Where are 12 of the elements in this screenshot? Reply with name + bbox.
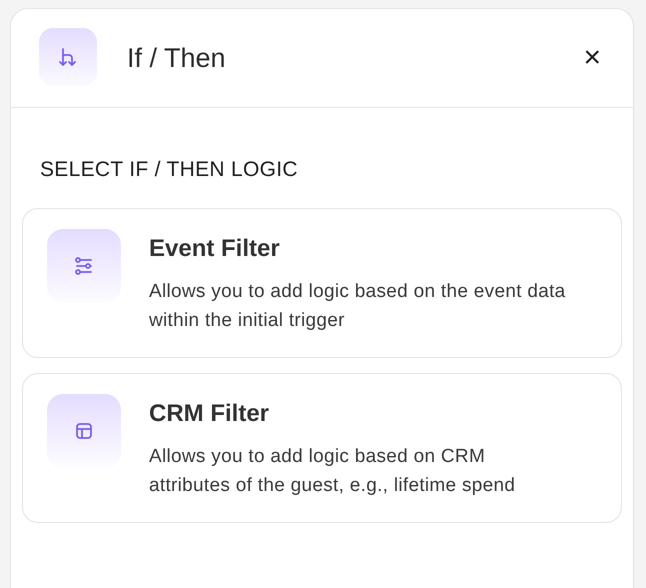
option-description: Allows you to add logic based on the event data within the initial trigger bbox=[149, 280, 567, 333]
option-title: Event Filter bbox=[149, 235, 281, 263]
option-description: Allows you to add logic based on CRM attributes of the guest, e.g., lifetime spend bbox=[149, 445, 516, 498]
option-title: CRM Filter bbox=[149, 400, 270, 428]
branch-arrows-icon bbox=[39, 28, 97, 86]
option-card[interactable]: Event Filter Allows you to add logic based on the event data within the initial trigger bbox=[22, 208, 622, 358]
section-heading: SELECT IF / THEN LOGIC bbox=[39, 158, 299, 182]
sliders-icon bbox=[47, 229, 121, 303]
panel-title: If / Then bbox=[127, 42, 227, 74]
layout-icon bbox=[47, 394, 121, 468]
close-button[interactable]: × bbox=[579, 43, 605, 73]
option-card[interactable]: CRM Filter Allows you to add logic based on CRM attributes of the guest, e.g., lifetime spend bbox=[22, 373, 622, 523]
